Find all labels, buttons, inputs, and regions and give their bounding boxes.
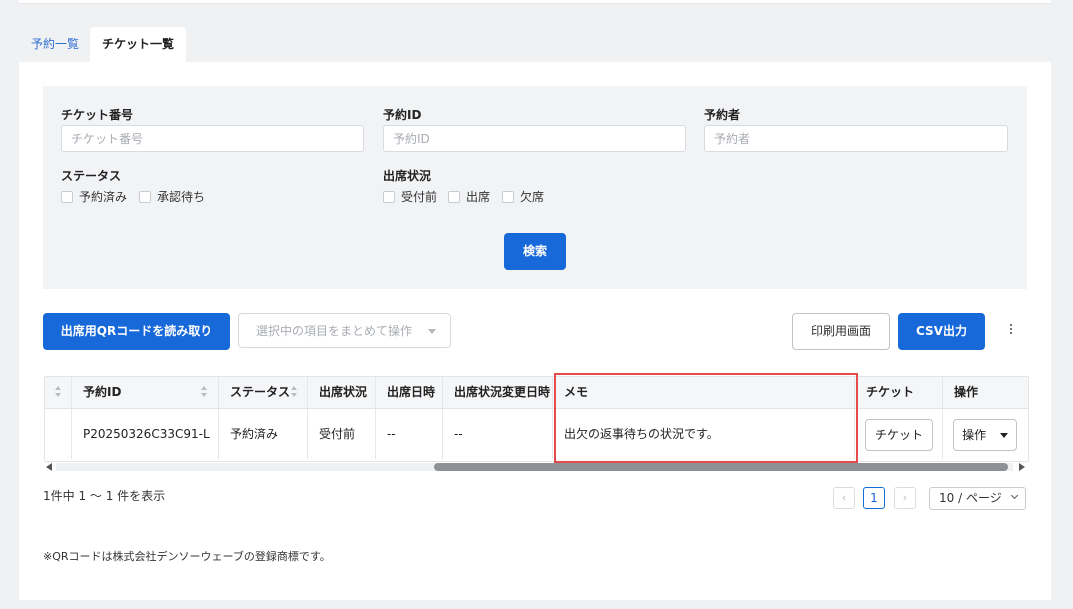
table-row: P20250326C33C91-L 予約済み 受付前 -- -- 出欠の返事待ち… [45,409,1028,459]
csv-export-button[interactable]: CSV出力 [898,313,985,350]
attendance-before-checkbox[interactable]: 受付前 [383,188,437,205]
tab-reservation-list[interactable]: 予約一覧 [19,27,91,62]
filter-panel: チケット番号 予約ID 予約者 ステータス 予約済み 承認待ち 出席状況 受付前… [43,86,1027,289]
checkbox-label: 予約済み [79,190,128,204]
top-bar [19,0,1051,4]
ticket-number-label: チケット番号 [61,108,134,122]
cell-attendance-changed-at: -- [443,409,553,459]
tab-ticket-list[interactable]: チケット一覧 [90,27,187,62]
bulk-action-select[interactable]: 選択中の項目をまとめて操作 [238,313,451,348]
scan-qr-button[interactable]: 出席用QRコードを読み取り [43,313,230,350]
sort-icon[interactable] [201,386,209,399]
checkbox-box[interactable] [502,190,514,203]
column-ticket: チケット [855,377,943,408]
scroll-right-icon[interactable] [1019,463,1025,471]
column-action: 操作 [954,385,979,399]
column-reservation-id[interactable]: 予約ID [72,377,219,408]
checkbox-box[interactable] [448,190,460,203]
horizontal-scrollbar[interactable] [46,461,1025,473]
sort-icon[interactable] [55,386,63,399]
cell-ticket: チケット [855,409,943,459]
cell-attendance: 受付前 [308,409,376,459]
select-column-header [45,377,72,408]
column-memo: メモ [553,377,855,408]
trademark-footnote: ※QRコードは株式会社デンソーウェーブの登録商標です。 [43,550,331,563]
bulk-action-label: 選択中の項目をまとめて操作 [256,324,413,338]
prev-page-button[interactable]: ‹ [833,487,855,509]
action-dropdown-label: 操作 [962,428,987,442]
checkbox-label: 欠席 [520,190,545,204]
status-label: ステータス [61,169,122,183]
chevron-down-icon [427,329,436,334]
column-label: 予約ID [83,385,122,399]
page-size-select[interactable]: 10 / ページ [929,487,1026,510]
column-attendance: 出席状況 [308,377,376,408]
scroll-left-icon[interactable] [46,463,52,471]
checkbox-box[interactable] [139,190,151,203]
cell-action: 操作 [943,409,1028,459]
ticket-table: 予約ID ステータス 出席状況 出席日時 出席状況変更日時 メモ チケット 操作… [44,376,1029,462]
caret-down-icon [999,433,1008,438]
more-options-icon[interactable] [1003,317,1019,341]
attendance-absent-checkbox[interactable]: 欠席 [502,188,544,205]
reserver-label: 予約者 [704,108,741,122]
reservation-id-label: 予約ID [383,108,422,122]
ticket-number-input[interactable] [61,125,364,152]
main-panel: チケット番号 予約ID 予約者 ステータス 予約済み 承認待ち 出席状況 受付前… [19,62,1051,600]
cell-attended-at: -- [376,409,443,459]
cell-status: 予約済み [219,409,308,459]
search-button[interactable]: 検索 [504,233,566,270]
chevron-down-icon [1010,491,1019,500]
sort-icon[interactable] [291,386,299,399]
cell-reservation-id: P20250326C33C91-L [72,409,219,459]
next-page-button[interactable]: › [894,487,916,509]
page-size-label: 10 / ページ [939,491,1002,505]
attendance-present-checkbox[interactable]: 出席 [448,188,490,205]
checkbox-box[interactable] [61,190,73,203]
attendance-label: 出席状況 [383,169,432,183]
print-view-button[interactable]: 印刷用画面 [792,313,890,350]
result-summary: 1件中 1 〜 1 件を表示 [43,489,166,503]
checkbox-label: 受付前 [401,190,438,204]
status-reserved-checkbox[interactable]: 予約済み [61,188,127,205]
table-header: 予約ID ステータス 出席状況 出席日時 出席状況変更日時 メモ チケット 操作 [45,377,1028,409]
reservation-id-input[interactable] [383,125,686,152]
checkbox-label: 承認待ち [157,190,206,204]
checkbox-label: 出席 [466,190,491,204]
scrollbar-thumb[interactable] [434,463,1008,471]
column-label: ステータス [230,385,291,399]
column-attendance-changed-at: 出席状況変更日時 [443,377,553,408]
row-select-cell [45,409,72,459]
column-status[interactable]: ステータス [219,377,308,408]
column-attended-at: 出席日時 [376,377,443,408]
checkbox-box[interactable] [383,190,395,203]
status-pending-checkbox[interactable]: 承認待ち [139,188,205,205]
reserver-input[interactable] [704,125,1008,152]
action-dropdown-button[interactable]: 操作 [953,419,1017,451]
ticket-button[interactable]: チケット [865,419,933,451]
page-1-button[interactable]: 1 [863,487,885,509]
cell-memo: 出欠の返事待ちの状況です。 [553,409,855,459]
